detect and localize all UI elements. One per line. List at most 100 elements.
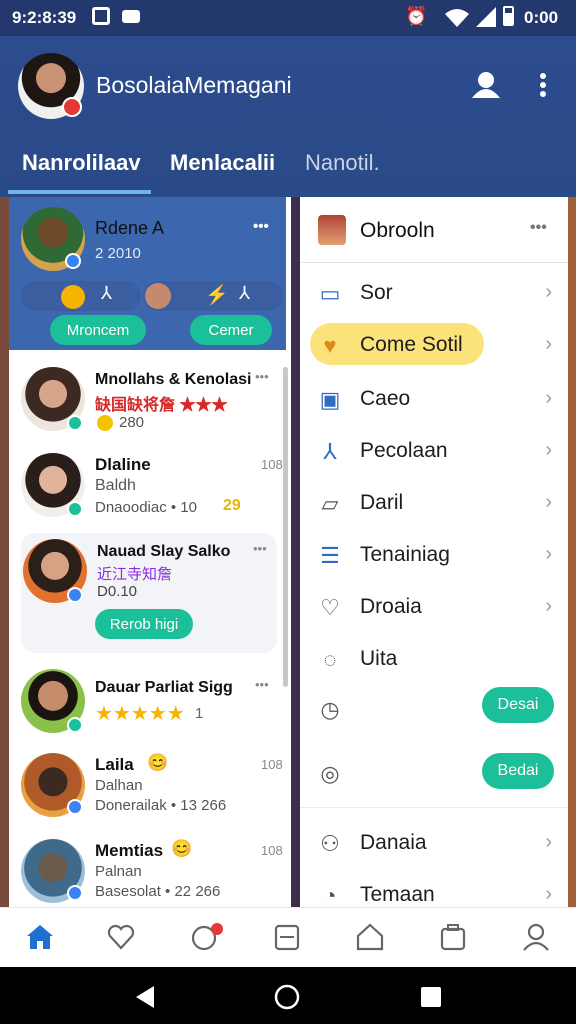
back-icon[interactable] — [134, 985, 156, 1009]
house-outline-icon[interactable] — [356, 923, 384, 951]
chat-item[interactable]: Laila 😊 108 Dalhan Donerailak • 13 266 — [9, 749, 286, 829]
menu-label: Droaia — [360, 595, 422, 618]
edit-icon: ▱ — [321, 491, 339, 516]
menu-panel: Obrooln ••• ▭ Sor › ♥ Come Sotil › ▣ Cae… — [300, 197, 568, 909]
chat-nav-icon[interactable] — [190, 922, 224, 952]
profile-nav-icon[interactable] — [522, 922, 550, 952]
menu-item-store[interactable]: ▭ Sor › — [300, 267, 568, 319]
compass-icon: ◔ — [323, 883, 337, 908]
tab-1[interactable]: Nanrolilaav — [22, 150, 141, 176]
chat-preview: 缺国缺将詹 ★★★ — [95, 397, 228, 414]
chevron-right-icon: › — [545, 491, 552, 513]
featured-card[interactable]: Rdene A 2 2010 ••• ⅄ ⚡ ⅄ Mroncem Cemer — [9, 197, 286, 350]
calendar-icon[interactable] — [274, 923, 300, 951]
menu-item-toggle[interactable]: ◎ Bedai — [300, 747, 568, 807]
chevron-right-icon: › — [545, 333, 552, 355]
more-icon[interactable]: ••• — [253, 218, 269, 235]
chat-item[interactable]: Memtias 😊 108 Palnan Basesolat • 22 266 — [9, 835, 286, 909]
chat-item-selected[interactable]: Nauad Slay Salko ••• 近江寺知詹 D0.10 Rerob h… — [21, 533, 277, 653]
chat-more[interactable]: ••• — [255, 677, 269, 692]
verified-badge — [67, 501, 83, 517]
menu-item-toggle[interactable]: ◷ Desai — [300, 683, 568, 743]
menu-label: Pecolaan — [360, 439, 448, 462]
chat-meta: Dnaoodiac • 10 — [95, 499, 197, 516]
menu-label: Uita — [360, 647, 398, 670]
chat-name: Dauar Parliat Sigg — [95, 679, 233, 696]
verified-badge — [67, 799, 83, 815]
menu-item[interactable]: ♡ Droaia › — [300, 581, 568, 633]
mini-avatar — [145, 283, 171, 309]
heart-nav-icon[interactable] — [107, 924, 135, 950]
featured-meta: 2 2010 — [95, 245, 141, 262]
menu-item[interactable]: ☰ Tenainiag › — [300, 529, 568, 581]
verified-badge — [65, 253, 81, 269]
chat-score: 29 — [223, 497, 241, 514]
chat-preview: 近江寺知詹 — [97, 566, 173, 583]
chat-preview: Baldh — [95, 477, 136, 494]
menu-item[interactable]: ◔ Temaan › — [300, 869, 568, 909]
menu-item[interactable]: ▱ Daril › — [300, 477, 568, 529]
menu-label: Sor — [360, 281, 393, 304]
recents-icon[interactable] — [421, 987, 441, 1007]
heart-outline-icon: ♡ — [320, 595, 340, 620]
chat-item[interactable]: Dauar Parliat Sigg ••• ★★★★★ 1 — [9, 663, 286, 743]
menu-item[interactable]: ⚇ Danaia › — [300, 817, 568, 869]
person-run-icon: ⅄ — [323, 439, 337, 464]
action-button-1[interactable]: Desai — [482, 687, 554, 723]
status-clock: 0:00 — [524, 8, 559, 27]
verified-badge — [67, 415, 83, 431]
arrow-icon: ⅄ — [101, 283, 112, 303]
menu-item-highlighted[interactable]: ♥ Come Sotil › — [300, 319, 568, 371]
chat-preview: Dalhan — [95, 777, 143, 794]
alarm-icon: ⏰ — [405, 6, 428, 26]
contacts-icon[interactable] — [470, 70, 502, 100]
chat-more[interactable]: ••• — [253, 541, 267, 556]
menu-header[interactable]: Obrooln ••• — [300, 197, 568, 263]
coin-icon — [61, 285, 85, 309]
more-vert-icon[interactable] — [537, 72, 549, 98]
square-icon: ▣ — [319, 387, 341, 412]
menu-label: Tenainiag — [360, 543, 450, 566]
chat-name: Nauad Slay Salko — [97, 543, 231, 560]
wifi-icon — [445, 9, 469, 27]
featured-right-button[interactable]: Cemer — [190, 315, 272, 345]
status-time: 9:2:8:39 — [12, 8, 77, 27]
heart-icon: ♥ — [323, 333, 337, 358]
chat-time: 108 — [261, 757, 283, 772]
featured-left-button[interactable]: Mroncem — [50, 315, 146, 345]
menu-item[interactable]: ▣ Caeo › — [300, 373, 568, 425]
bottom-nav — [0, 907, 576, 967]
bolt-icon: ⚡ — [205, 285, 229, 306]
chat-more[interactable]: ••• — [255, 369, 269, 384]
status-bar: 9:2:8:39 ⏰ 0:00 — [0, 0, 576, 36]
message-icon — [122, 10, 140, 23]
home-icon[interactable] — [26, 924, 54, 950]
chat-time: 108 — [261, 457, 283, 472]
tab-3[interactable]: Nanotil. — [305, 150, 380, 176]
action-button-2[interactable]: Bedai — [482, 753, 554, 789]
tab-2[interactable]: Menlacalii — [170, 150, 275, 176]
rating-stars: ★★★★★ — [95, 703, 185, 725]
chevron-right-icon: › — [545, 281, 552, 303]
verified-badge — [67, 717, 83, 733]
chat-name: Dlaline — [95, 455, 151, 474]
chat-name: Memtias — [95, 841, 164, 860]
briefcase-icon[interactable] — [440, 923, 466, 951]
more-icon[interactable]: ••• — [530, 219, 547, 237]
page-title: BosolaiaMemagani — [96, 72, 292, 98]
chat-action-button[interactable]: Rerob higi — [95, 609, 193, 639]
system-nav-bar — [0, 967, 576, 1024]
chat-preview: Palnan — [95, 863, 142, 880]
home-button-icon[interactable] — [274, 984, 300, 1010]
emoji-icon: 😊 — [147, 753, 169, 772]
scrollbar[interactable] — [283, 367, 288, 687]
chat-item[interactable]: Mnollahs & Kenolasi ••• 缺国缺将詹 ★★★ 280 — [9, 357, 286, 437]
chat-item[interactable]: Dlaline 108 Baldh Dnaoodiac • 10 29 — [9, 447, 286, 527]
emoji-icon: 😊 — [171, 839, 193, 858]
menu-item[interactable]: ⅄ Pecolaan › — [300, 425, 568, 477]
menu-label: Danaia — [360, 831, 427, 854]
chevron-right-icon: › — [545, 387, 552, 409]
gallery-icon — [92, 7, 110, 25]
menu-item[interactable]: ◌ Uita — [300, 633, 568, 685]
chevron-right-icon: › — [545, 831, 552, 853]
